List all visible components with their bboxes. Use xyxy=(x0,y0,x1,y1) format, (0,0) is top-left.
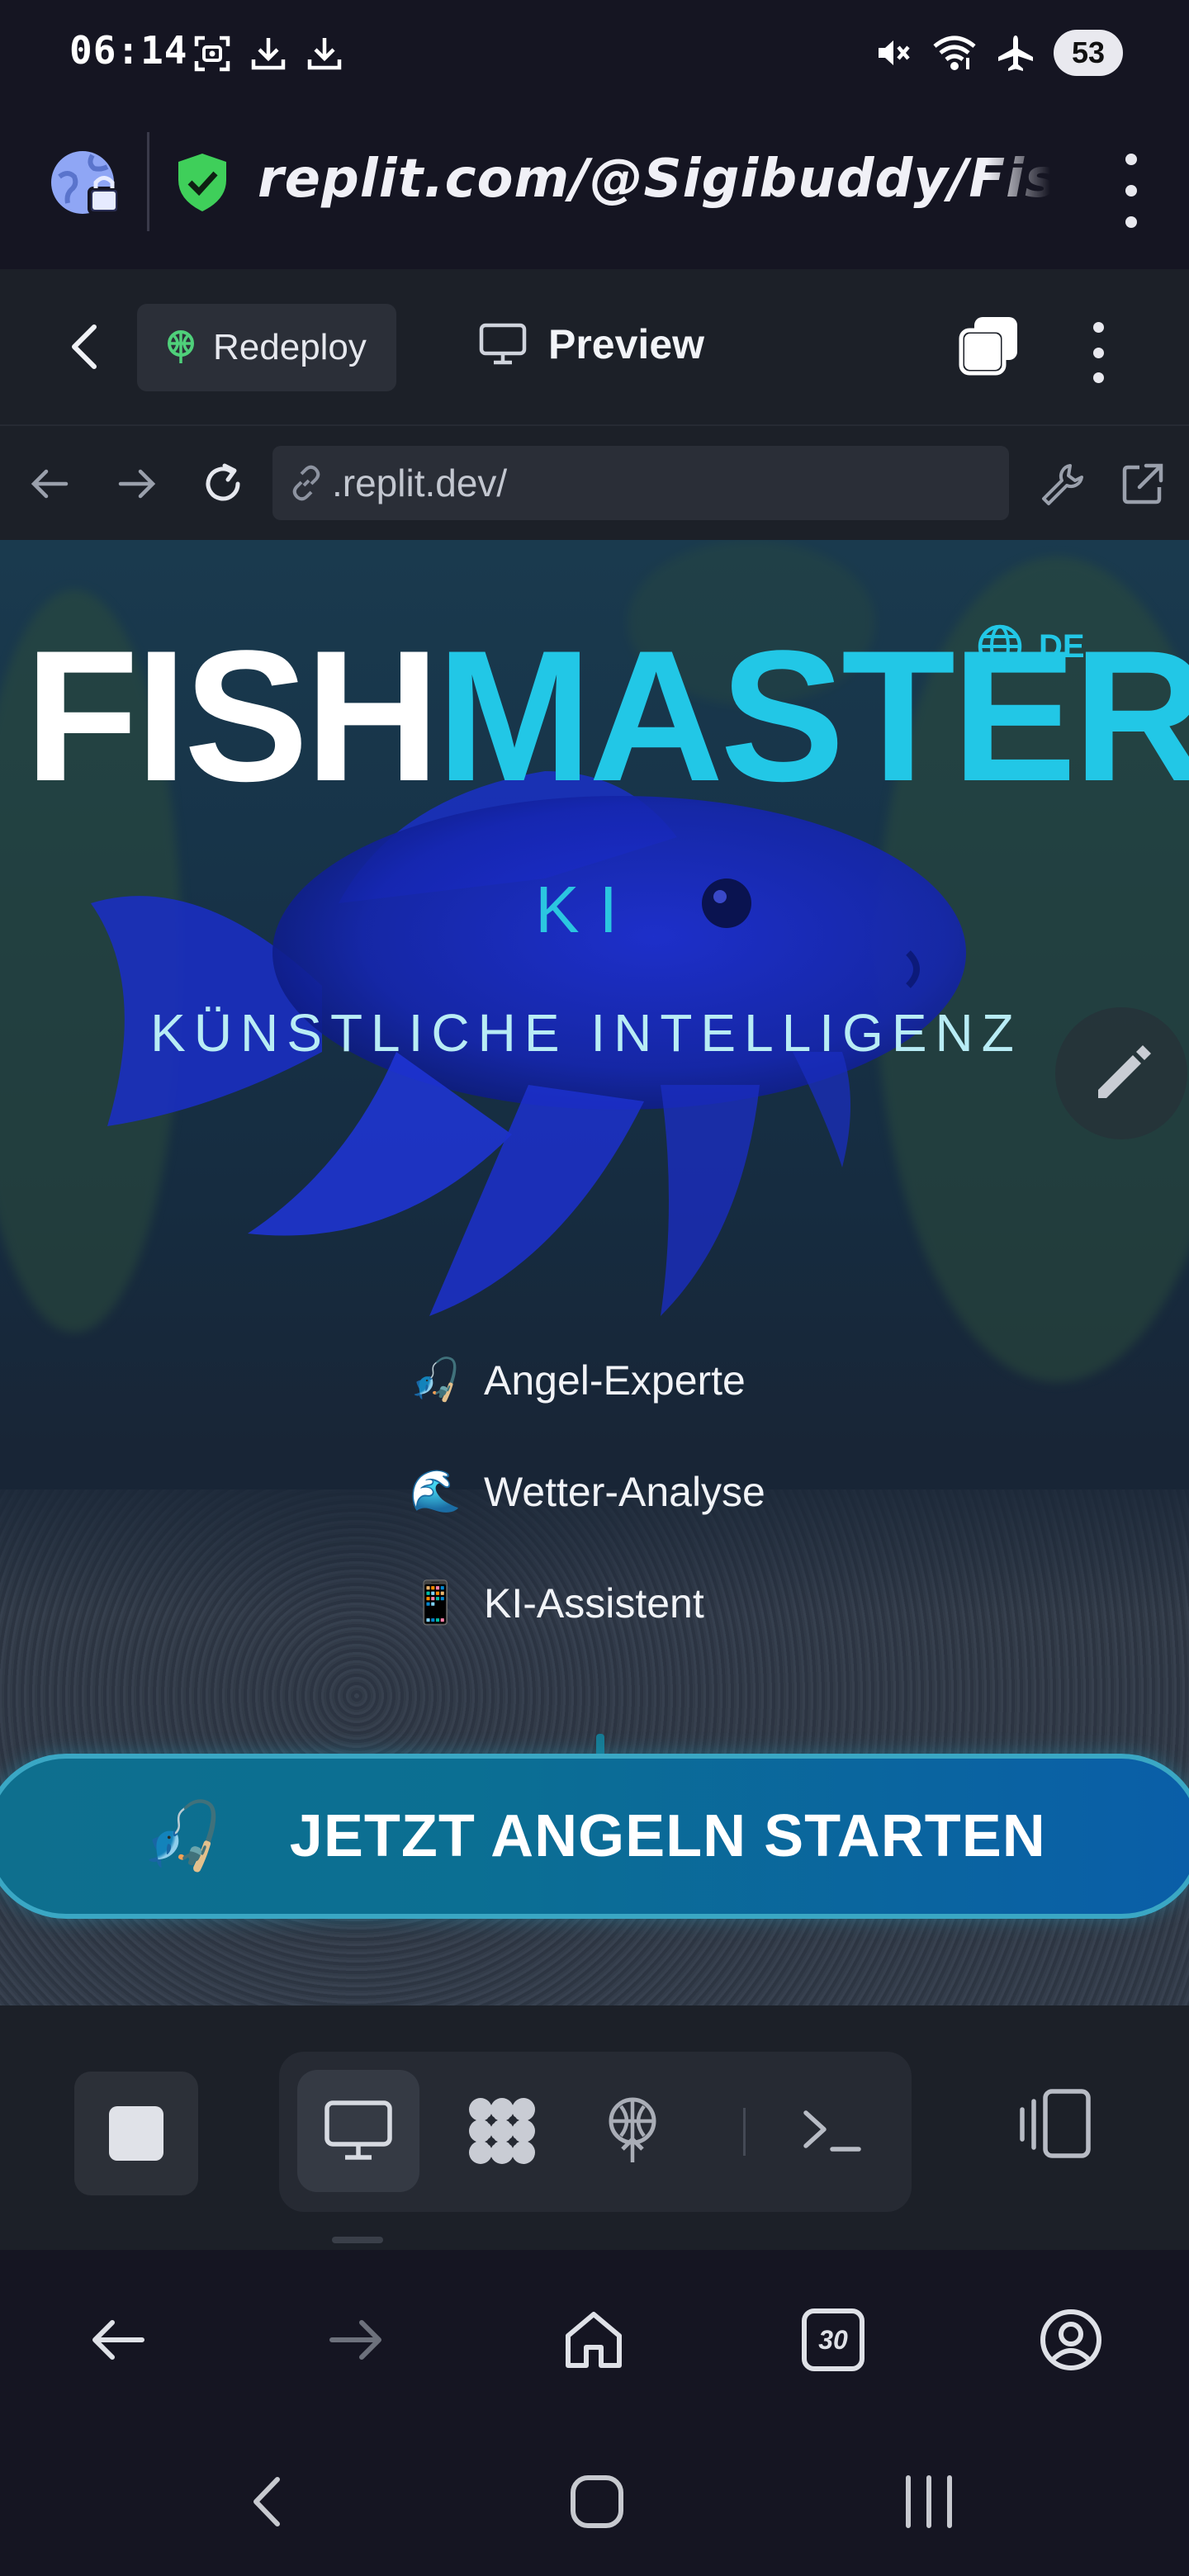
wave-icon: 🌊 xyxy=(410,1468,462,1514)
terminal-tool-button[interactable] xyxy=(771,2070,893,2192)
feature-item: 🌊 Wetter-Analyse xyxy=(410,1436,765,1547)
wifi-icon xyxy=(933,36,976,70)
webview-url-field[interactable]: .replit.dev/ xyxy=(272,446,1009,520)
stop-button[interactable] xyxy=(74,2072,198,2195)
phone-icon: 📱 xyxy=(410,1579,462,1626)
account-icon[interactable] xyxy=(1035,2304,1106,2375)
terminal-icon xyxy=(803,2110,861,2152)
screenshot-icon xyxy=(194,36,230,72)
tool-separator xyxy=(743,2108,746,2156)
status-time: 06:14 xyxy=(69,28,188,73)
deploy-tool-button[interactable] xyxy=(571,2070,694,2192)
tabs-switcher-icon[interactable] xyxy=(956,312,1022,378)
replit-header: Redeploy Preview xyxy=(0,269,1189,426)
system-back-icon[interactable] xyxy=(239,2473,297,2531)
stop-icon xyxy=(109,2106,163,2161)
redeploy-button[interactable]: Redeploy xyxy=(137,304,396,391)
menu-dot xyxy=(1125,154,1137,165)
globe-lock-icon[interactable] xyxy=(50,145,124,220)
feature-label: Wetter-Analyse xyxy=(484,1468,765,1515)
split-view-icon[interactable] xyxy=(1014,2085,1097,2167)
monitor-icon xyxy=(479,323,527,365)
replit-menu-button[interactable] xyxy=(1082,322,1115,383)
menu-dot xyxy=(1092,372,1104,383)
browser-bottom-nav: 30 xyxy=(0,2250,1189,2432)
hero-section: FISHMASTER DE KI KÜNSTLICHE INTELLIGENZ … xyxy=(0,540,1189,2005)
feature-item: 📱 KI-Assistent xyxy=(410,1547,765,1659)
drag-handle[interactable] xyxy=(332,2237,383,2243)
reload-icon[interactable] xyxy=(198,459,248,509)
mute-icon xyxy=(879,40,910,65)
open-external-icon[interactable] xyxy=(1118,459,1168,509)
status-bar: 06:14 53 xyxy=(0,0,1189,112)
browser-menu-button[interactable] xyxy=(1115,154,1148,228)
apps-icon xyxy=(469,2098,535,2164)
replit-toolbar xyxy=(0,2005,1189,2250)
preview-label: Preview xyxy=(548,321,705,367)
forward-arrow-icon[interactable] xyxy=(320,2304,391,2375)
redeploy-label: Redeploy xyxy=(213,327,367,367)
browser-address-bar: replit.com/@Sigibuddy/Fish/ xyxy=(0,112,1189,269)
system-home-icon[interactable] xyxy=(568,2473,626,2531)
fishing-pole-icon: 🎣 xyxy=(141,1799,224,1873)
link-icon xyxy=(292,465,320,501)
globe-icon xyxy=(978,624,1022,669)
feature-label: Angel-Experte xyxy=(484,1357,746,1404)
menu-dot xyxy=(1125,185,1137,197)
status-left-icons xyxy=(192,33,345,74)
home-icon[interactable] xyxy=(558,2304,629,2375)
feature-label: KI-Assistent xyxy=(484,1579,704,1627)
battery-indicator: 53 xyxy=(1054,30,1123,76)
url-divider xyxy=(147,132,149,231)
system-recents-icon[interactable] xyxy=(900,2473,958,2531)
start-fishing-button[interactable]: 🎣 JETZT ANGELN STARTEN xyxy=(0,1754,1189,1919)
shield-check-icon[interactable] xyxy=(175,152,230,213)
status-right-icons: 53 xyxy=(874,30,1123,76)
airplane-icon xyxy=(998,36,1033,71)
arrow-left-icon[interactable] xyxy=(25,459,74,509)
tool-switcher xyxy=(279,2052,912,2212)
tagline: KÜNSTLICHE INTELLIGENZ xyxy=(150,1003,1022,1063)
language-label: DE xyxy=(1039,627,1085,665)
preview-tool-button[interactable] xyxy=(297,2070,419,2192)
language-switcher[interactable]: DE xyxy=(976,623,1085,670)
wrench-icon[interactable] xyxy=(1037,459,1087,509)
fishing-pole-icon: 🎣 xyxy=(410,1357,462,1403)
menu-dot xyxy=(1092,347,1104,358)
monitor-icon xyxy=(324,2100,392,2160)
start-fishing-label: JETZT ANGELN STARTEN xyxy=(289,1803,1046,1869)
tab-count: 30 xyxy=(818,2324,848,2355)
menu-dot xyxy=(1092,322,1104,333)
preview-tab[interactable]: Preview xyxy=(479,320,704,368)
back-arrow-icon[interactable] xyxy=(83,2304,154,2375)
ki-label: KI xyxy=(535,873,637,946)
edit-button[interactable] xyxy=(1055,1007,1187,1139)
back-chevron-icon[interactable] xyxy=(64,322,106,372)
arrow-right-icon[interactable] xyxy=(112,459,162,509)
system-nav-bar xyxy=(0,2432,1189,2576)
browser-url-field[interactable]: replit.com/@Sigibuddy/Fish/ xyxy=(258,149,1050,210)
tabs-button[interactable]: 30 xyxy=(798,2304,869,2375)
menu-dot xyxy=(1125,216,1137,228)
download-icon xyxy=(307,38,342,70)
pencil-icon xyxy=(1098,1045,1151,1098)
feature-item: 🎣 Angel-Experte xyxy=(410,1324,765,1436)
deploy-icon xyxy=(168,330,194,363)
webview-nav-bar: .replit.dev/ xyxy=(0,426,1189,540)
apps-tool-button[interactable] xyxy=(441,2070,563,2192)
brand-title-fish: FISH xyxy=(25,611,440,820)
deploy-icon xyxy=(609,2097,656,2162)
feature-list: 🎣 Angel-Experte 🌊 Wetter-Analyse 📱 KI-As… xyxy=(410,1324,765,1659)
webview-url-text: .replit.dev/ xyxy=(332,462,508,504)
download-icon xyxy=(251,38,286,70)
